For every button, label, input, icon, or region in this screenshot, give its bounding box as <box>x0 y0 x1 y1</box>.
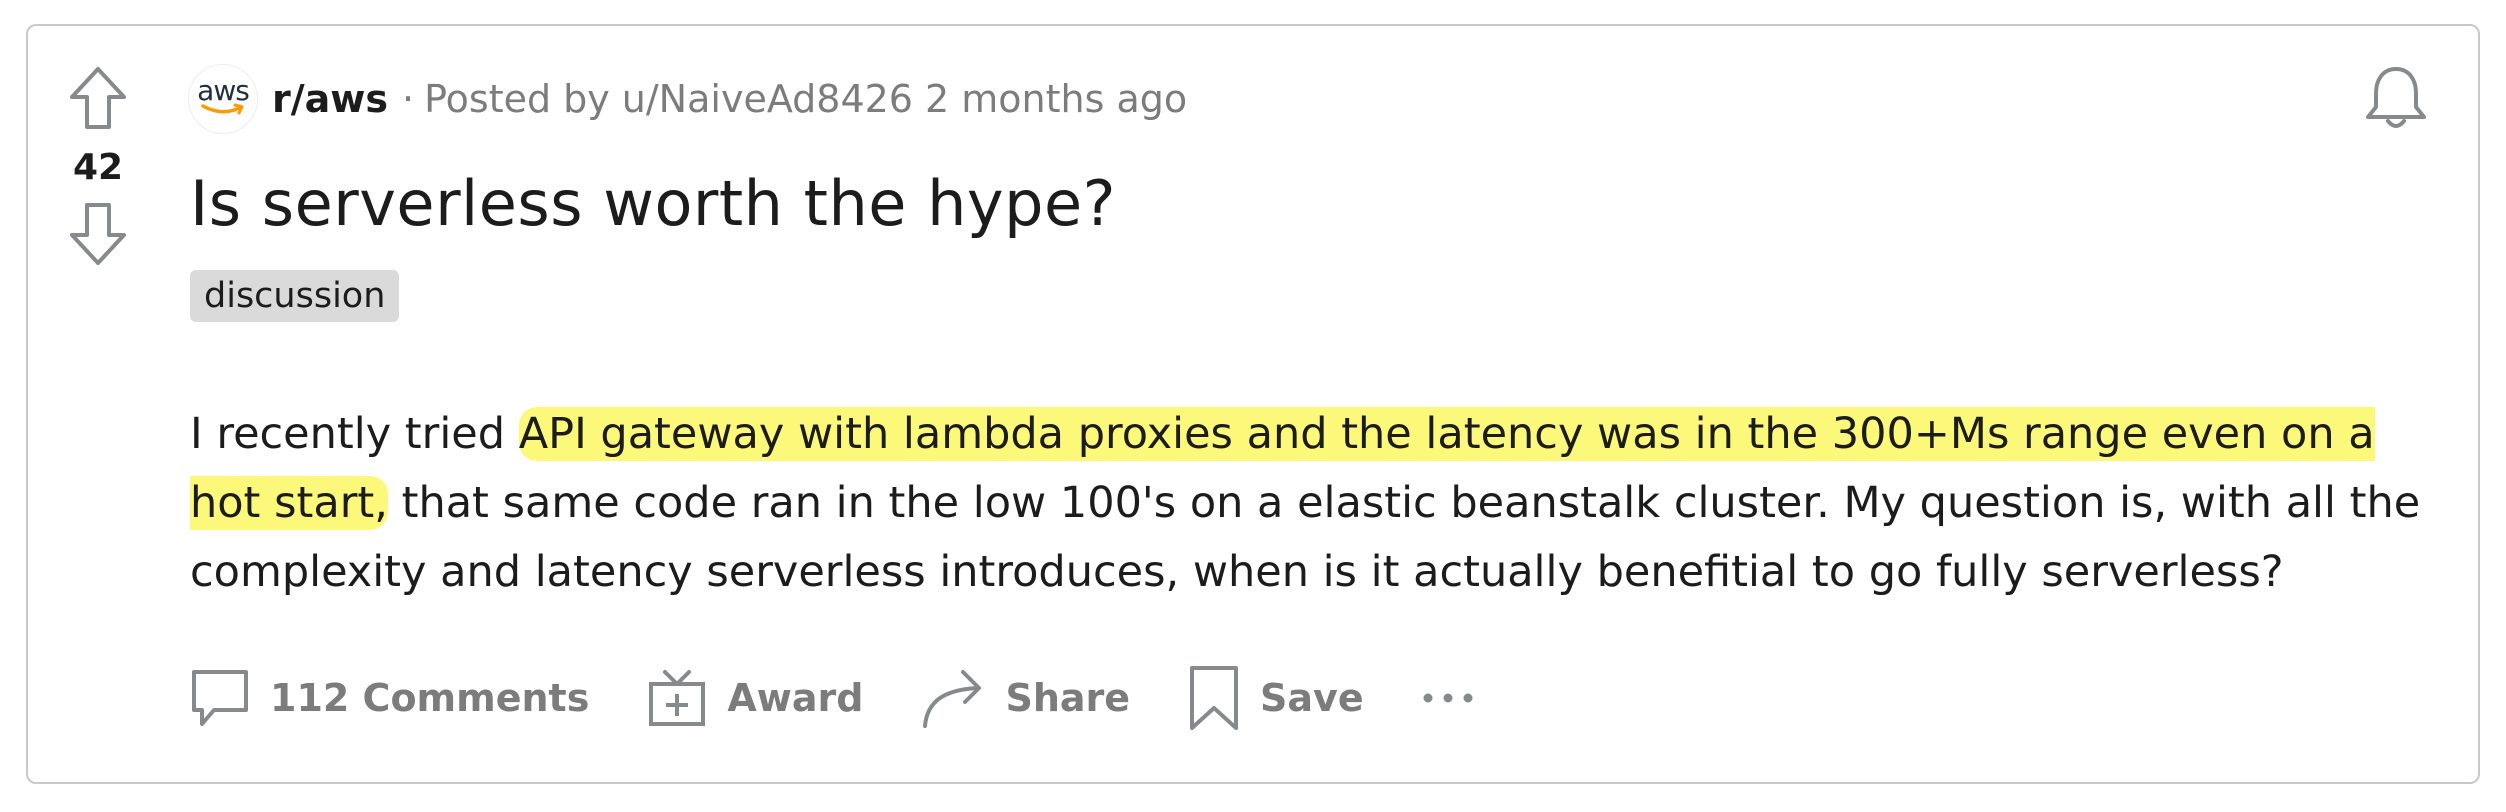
post-timestamp[interactable]: 2 months ago <box>925 77 1187 121</box>
notification-button[interactable] <box>2356 58 2436 138</box>
save-label: Save <box>1260 676 1364 720</box>
posted-by-label: Posted by <box>424 77 610 121</box>
subreddit-link[interactable]: r/aws <box>272 77 388 121</box>
header-separator: · <box>402 77 415 121</box>
downvote-button[interactable] <box>62 198 134 270</box>
body-text-end: that same code ran in the low 100's on a… <box>190 478 2421 597</box>
author-link[interactable]: u/NaiveAd8426 <box>622 77 913 121</box>
post-header: aws r/aws · Posted by u/NaiveAd8426 2 mo… <box>188 64 1187 134</box>
vote-column: 42 <box>58 62 138 270</box>
post-card[interactable]: 42 aws r/aws · Posted by u/NaiveAd8426 2… <box>26 24 2480 784</box>
comments-button[interactable]: 112 Comments <box>188 666 589 730</box>
arrow-down-icon <box>70 203 126 265</box>
subreddit-avatar-text: aws <box>197 74 250 107</box>
comment-icon <box>192 670 248 726</box>
subreddit-avatar[interactable]: aws <box>188 64 258 134</box>
upvote-button[interactable] <box>62 62 134 134</box>
gift-icon <box>649 670 706 726</box>
post-flair[interactable]: discussion <box>190 270 400 322</box>
ellipsis-icon <box>1423 693 1473 703</box>
save-button[interactable]: Save <box>1186 664 1364 732</box>
post-actions-bar: 112 Comments Award Share Save <box>188 658 1476 738</box>
post-title[interactable]: Is serverless worth the hype? <box>190 166 1116 242</box>
arrow-up-icon <box>70 67 126 129</box>
comments-label: 112 Comments <box>270 676 590 720</box>
body-text-start: I recently tried <box>190 409 519 459</box>
post-body: I recently tried API gateway with lambda… <box>190 400 2440 607</box>
share-button[interactable]: Share <box>919 666 1130 730</box>
bell-icon <box>2366 67 2426 128</box>
vote-score: 42 <box>72 147 124 188</box>
aws-smile-icon <box>201 103 244 115</box>
share-arrow-icon <box>923 670 982 728</box>
award-label: Award <box>727 676 864 720</box>
more-options-button[interactable] <box>1420 688 1476 708</box>
award-button[interactable]: Award <box>645 666 863 730</box>
share-label: Share <box>1005 676 1131 720</box>
bookmark-icon <box>1190 666 1239 730</box>
